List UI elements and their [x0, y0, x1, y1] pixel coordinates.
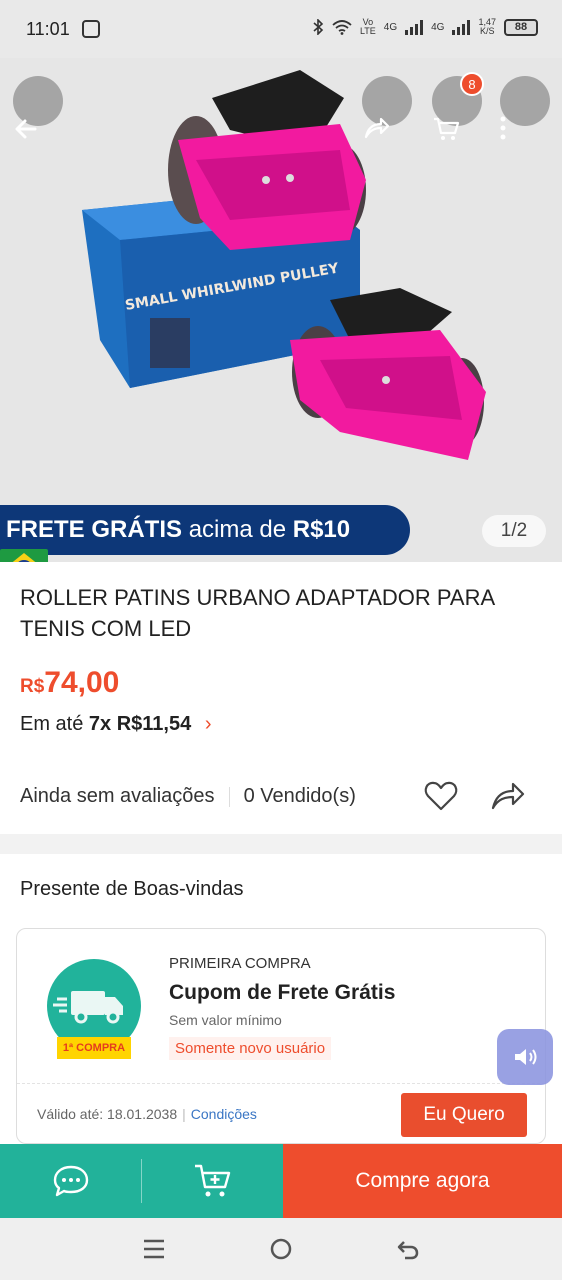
- promo-amount: R$10: [292, 516, 351, 543]
- chevron-right-icon: ›: [204, 713, 212, 735]
- installment-link[interactable]: Em até 7x R$11,54 ›: [20, 713, 211, 736]
- claim-coupon-button[interactable]: Eu Quero: [401, 1093, 527, 1137]
- coupon-divider: [17, 1083, 545, 1084]
- first-purchase-tag: 1ª COMPRA: [57, 1037, 131, 1059]
- brazil-flag-icon: [0, 549, 48, 562]
- installment-prefix: Em até: [20, 713, 84, 735]
- status-bar: 11:01 Vo LTE 4G 4G 1,47 K/S 88: [0, 0, 562, 58]
- battery-indicator: 88: [504, 18, 538, 36]
- product-title: ROLLER PATINS URBANO ADAPTADOR PARA TENI…: [20, 585, 494, 641]
- back-button[interactable]: [13, 76, 63, 139]
- system-nav-bar: [0, 1218, 562, 1280]
- heart-icon[interactable]: [424, 780, 458, 812]
- product-image-carousel[interactable]: SMALL WHIRLWIND PULLEY 8 FRETE GRÁTIS ac…: [0, 0, 562, 562]
- bottom-action-bar: Compre agora: [0, 1144, 562, 1218]
- price-currency: R$: [20, 676, 45, 697]
- share-icon[interactable]: [490, 780, 526, 812]
- signal-icon-1: [405, 19, 424, 35]
- wifi-icon: [332, 20, 352, 35]
- network-4g-1: 4G: [383, 21, 398, 33]
- bluetooth-icon: [313, 19, 324, 35]
- signal-icon-2: [452, 19, 471, 35]
- add-to-cart-icon: [194, 1164, 230, 1197]
- chat-button[interactable]: [0, 1144, 141, 1218]
- new-user-only-tag: Somente novo usuário: [169, 1037, 332, 1060]
- buy-now-button[interactable]: Compre agora: [283, 1144, 562, 1218]
- cart-count-badge: 8: [460, 72, 484, 96]
- reviews-text: Ainda sem avaliações: [20, 785, 215, 807]
- coupon-kicker: PRIMEIRA COMPRA: [169, 955, 311, 972]
- product-price: R$74,00: [20, 666, 119, 700]
- cart-button[interactable]: 8: [432, 72, 484, 140]
- more-options-button[interactable]: [500, 76, 550, 140]
- recent-apps-icon[interactable]: [142, 1238, 166, 1260]
- more-vertical-icon: [500, 116, 506, 140]
- coupon-title: Cupom de Frete Grátis: [169, 981, 396, 1004]
- promo-bold-text: FRETE GRÁTIS: [6, 516, 183, 543]
- conditions-link[interactable]: Condições: [191, 1106, 257, 1122]
- status-time: 11:01: [26, 19, 70, 39]
- chat-icon: [53, 1165, 88, 1197]
- arrow-left-icon: [15, 119, 37, 139]
- add-to-cart-button[interactable]: [142, 1144, 283, 1218]
- volte-label: Vo LTE: [359, 17, 376, 36]
- free-shipping-coupon: 1ª COMPRA PRIMEIRA COMPRA Cupom de Frete…: [16, 928, 546, 1144]
- installment-value: 7x R$11,54: [88, 713, 192, 735]
- floating-audio-button[interactable]: [497, 1029, 553, 1085]
- coupon-subtitle: Sem valor mínimo: [169, 1012, 282, 1028]
- share-button[interactable]: [362, 76, 412, 139]
- sold-count: 0 Vendido(s): [243, 785, 356, 807]
- speaker-icon: [515, 1049, 537, 1065]
- home-icon[interactable]: [269, 1237, 293, 1261]
- cart-icon: [434, 117, 460, 140]
- share-icon: [364, 117, 390, 139]
- network-4g-2: 4G: [431, 21, 445, 33]
- back-nav-icon[interactable]: [396, 1237, 420, 1261]
- image-pager: 1/2: [482, 515, 546, 547]
- secondary-actions: [0, 1144, 283, 1218]
- stats-divider: [228, 786, 230, 807]
- product-photo: SMALL WHIRLWIND PULLEY: [82, 70, 486, 460]
- product-page: SMALL WHIRLWIND PULLEY 8 FRETE GRÁTIS ac…: [0, 0, 562, 1280]
- coupon-validity: Válido até: 18.01.2038 | Condições: [37, 1106, 257, 1122]
- validity-date: Válido até: 18.01.2038: [37, 1106, 178, 1122]
- price-value: 74,00: [44, 666, 120, 699]
- welcome-gift-section: Presente de Boas-vindas 1ª COMPRA PRIMEI…: [0, 854, 562, 1144]
- product-stats: Ainda sem avaliações 0 Vendido(s): [20, 785, 356, 808]
- product-info-section: ROLLER PATINS URBANO ADAPTADOR PARA TENI…: [0, 562, 562, 834]
- welcome-title: Presente de Boas-vindas: [20, 878, 244, 900]
- net-speed: 1,47 K/S: [478, 17, 496, 36]
- promo-text: acima de: [188, 516, 287, 543]
- notification-icon: [82, 20, 100, 38]
- free-shipping-banner: FRETE GRÁTIS acima de R$10: [0, 505, 410, 562]
